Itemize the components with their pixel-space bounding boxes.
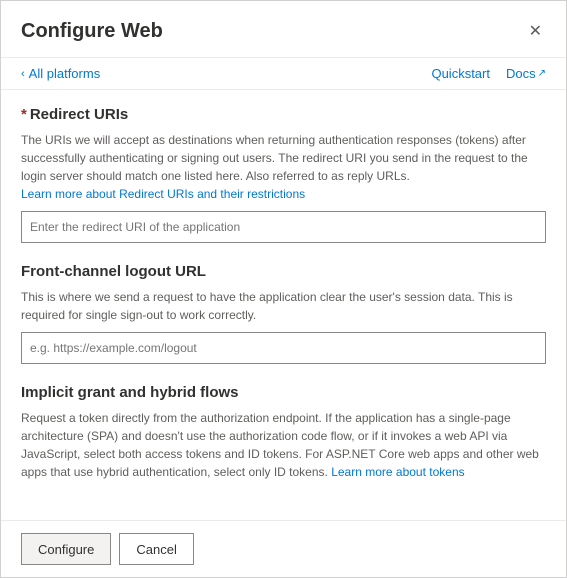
redirect-uri-input[interactable] (21, 211, 546, 243)
redirect-uris-title: *Redirect URIs (21, 106, 546, 123)
dialog-header: Configure Web ✕ (1, 1, 566, 58)
close-button[interactable]: ✕ (525, 17, 546, 45)
configure-button[interactable]: Configure (21, 533, 111, 565)
configure-web-dialog: Configure Web ✕ ‹ All platforms Quicksta… (0, 0, 567, 578)
cancel-button[interactable]: Cancel (119, 533, 193, 565)
back-chevron-icon: ‹ (21, 68, 25, 80)
back-link[interactable]: ‹ All platforms (21, 66, 100, 81)
external-link-icon: ↗ (538, 68, 546, 79)
front-channel-title: Front-channel logout URL (21, 263, 546, 280)
dialog-footer: Configure Cancel (1, 520, 566, 577)
content-area: *Redirect URIs The URIs we will accept a… (1, 90, 566, 520)
dialog-title: Configure Web (21, 20, 163, 43)
redirect-uris-learn-more[interactable]: Learn more about Redirect URIs and their… (21, 187, 305, 201)
nav-right: Quickstart Docs ↗ (431, 66, 546, 81)
redirect-uris-section: *Redirect URIs The URIs we will accept a… (21, 106, 546, 243)
docs-label: Docs (506, 66, 536, 81)
nav-bar: ‹ All platforms Quickstart Docs ↗ (1, 58, 566, 90)
docs-link[interactable]: Docs ↗ (506, 66, 546, 81)
required-star: * (21, 106, 27, 123)
implicit-grant-learn-more[interactable]: Learn more about tokens (331, 465, 464, 479)
quickstart-label: Quickstart (431, 66, 490, 81)
redirect-uris-desc: The URIs we will accept as destinations … (21, 131, 546, 203)
back-label: All platforms (29, 66, 101, 81)
implicit-grant-desc: Request a token directly from the author… (21, 409, 546, 481)
implicit-grant-title: Implicit grant and hybrid flows (21, 384, 546, 401)
quickstart-link[interactable]: Quickstart (431, 66, 490, 81)
front-channel-section: Front-channel logout URL This is where w… (21, 263, 546, 364)
implicit-grant-section: Implicit grant and hybrid flows Request … (21, 384, 546, 481)
front-channel-input[interactable] (21, 332, 546, 364)
front-channel-desc: This is where we send a request to have … (21, 288, 546, 324)
